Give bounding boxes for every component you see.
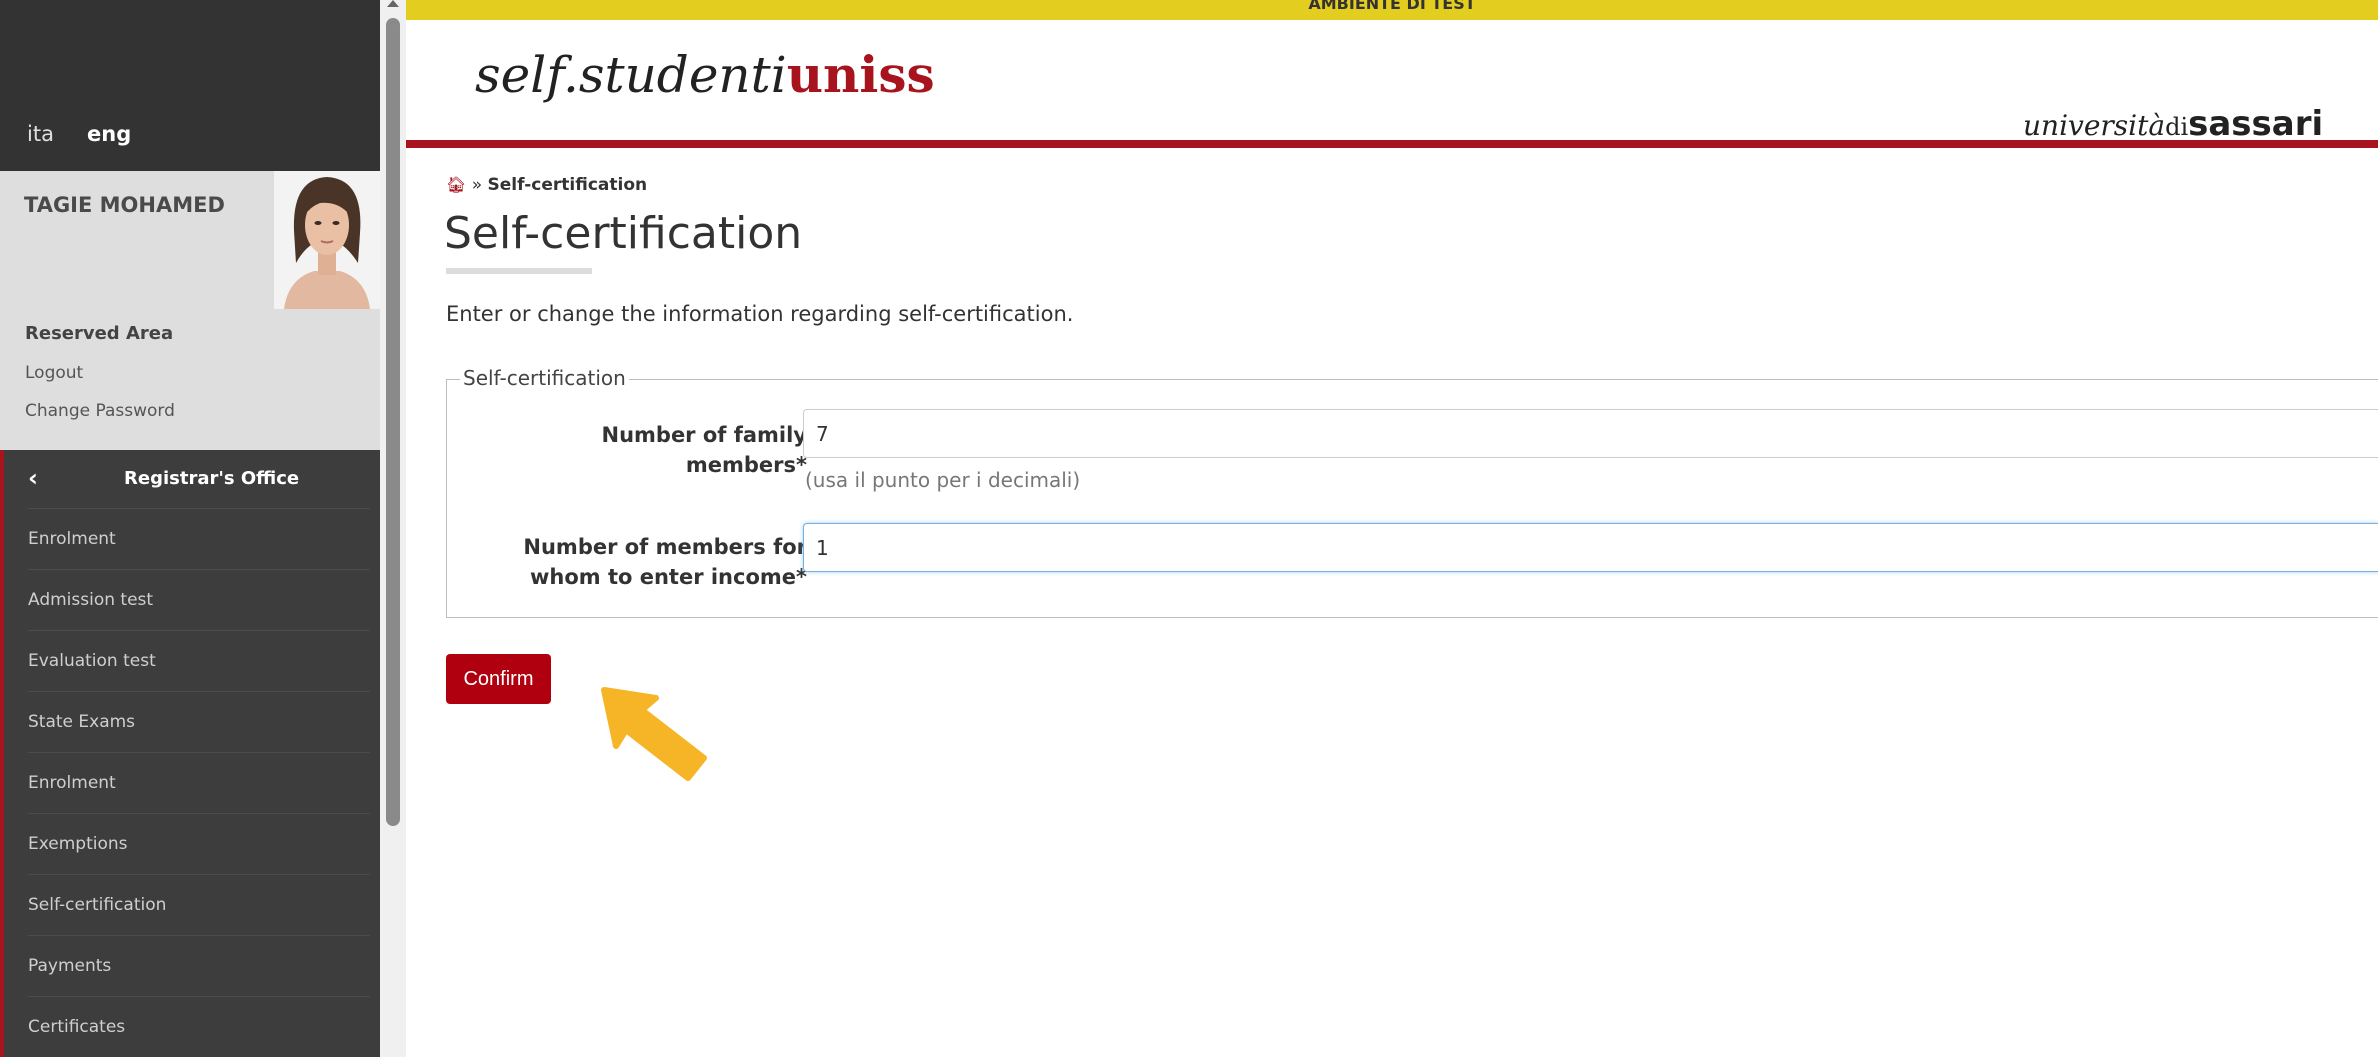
user-name: TAGIE MOHAMED	[24, 193, 225, 217]
family-members-input[interactable]	[803, 409, 2378, 458]
language-eng-link[interactable]: eng	[87, 122, 131, 146]
home-icon[interactable]: 🏠︎	[446, 175, 466, 194]
scrollbar-thumb[interactable]	[386, 18, 400, 826]
breadcrumb: 🏠︎ » Self-certification	[446, 175, 647, 195]
sidebar-item-certificates[interactable]: Certificates	[28, 996, 370, 1057]
language-bar: ita eng	[0, 0, 380, 171]
page-intro: Enter or change the information regardin…	[446, 302, 1074, 326]
avatar	[274, 171, 380, 309]
income-members-input[interactable]	[803, 523, 2378, 572]
breadcrumb-current: Self-certification	[487, 175, 648, 195]
university-name: sassari	[2188, 104, 2324, 144]
sidebar-item-enrolment[interactable]: Enrolment	[28, 508, 370, 569]
test-environment-banner: AMBIENTE DI TEST	[406, 0, 2378, 20]
fieldset-legend: Self-certification	[460, 366, 629, 390]
family-members-label: Number of family members*	[507, 420, 808, 480]
sidebar-nav: ‹ Registrar's Office Enrolment Admission…	[0, 450, 380, 1057]
breadcrumb-separator: »	[471, 175, 483, 195]
brand-prefix: self.studenti	[475, 46, 787, 104]
confirm-button[interactable]: Confirm	[446, 654, 551, 704]
sidebar-item-evaluation-test[interactable]: Evaluation test	[28, 630, 370, 691]
income-members-label: Number of members for whom to enter inco…	[507, 532, 807, 592]
sidebar-item-admission-test[interactable]: Admission test	[28, 569, 370, 630]
sidebar-item-exemptions[interactable]: Exemptions	[28, 813, 370, 874]
income-members-label-line1: Number of members for	[523, 535, 807, 559]
pointer-arrow-icon	[601, 687, 707, 781]
university-logo: universitàdisassari	[2023, 104, 2324, 145]
university-prefix: università	[2023, 109, 2166, 142]
header-divider	[406, 140, 2378, 148]
family-members-label-line1: Number of family	[601, 423, 808, 447]
income-members-label-line2: whom to enter income*	[529, 565, 807, 589]
sidebar-item-payments[interactable]: Payments	[28, 935, 370, 996]
chevron-left-icon: ‹	[28, 464, 38, 492]
title-underline	[446, 268, 592, 274]
nav-section-title: Registrar's Office	[124, 468, 300, 489]
user-panel: TAGIE MOHAMED Reserved Area Logout Chang…	[0, 171, 380, 450]
sidebar-scrollbar[interactable]	[380, 0, 406, 1057]
sidebar-item-state-exams[interactable]: State Exams	[28, 691, 370, 752]
logout-link[interactable]: Logout	[25, 363, 83, 383]
brand-logo[interactable]: self.studentiuniss	[475, 45, 935, 104]
sidebar: ita eng TAGIE MOHAMED Reserved Area Logo…	[0, 0, 380, 1057]
sidebar-item-enrolment-2[interactable]: Enrolment	[28, 752, 370, 813]
scroll-up-icon[interactable]	[387, 0, 399, 7]
family-members-label-line2: members*	[685, 453, 807, 477]
avatar-photo	[274, 171, 380, 309]
nav-back-registrar-office[interactable]: ‹ Registrar's Office	[4, 450, 380, 508]
page-title: Self-certification	[444, 208, 803, 259]
sidebar-item-self-certification[interactable]: Self-certification	[28, 874, 370, 935]
decimal-hint: (usa il punto per i decimali)	[805, 468, 1081, 492]
university-di: di	[2165, 113, 2189, 141]
change-password-link[interactable]: Change Password	[25, 401, 175, 421]
reserved-area-title: Reserved Area	[25, 323, 174, 344]
brand-suffix: uniss	[786, 45, 935, 104]
language-ita-link[interactable]: ita	[27, 122, 54, 146]
self-certification-fieldset: Self-certification Number of family memb…	[446, 366, 2378, 618]
